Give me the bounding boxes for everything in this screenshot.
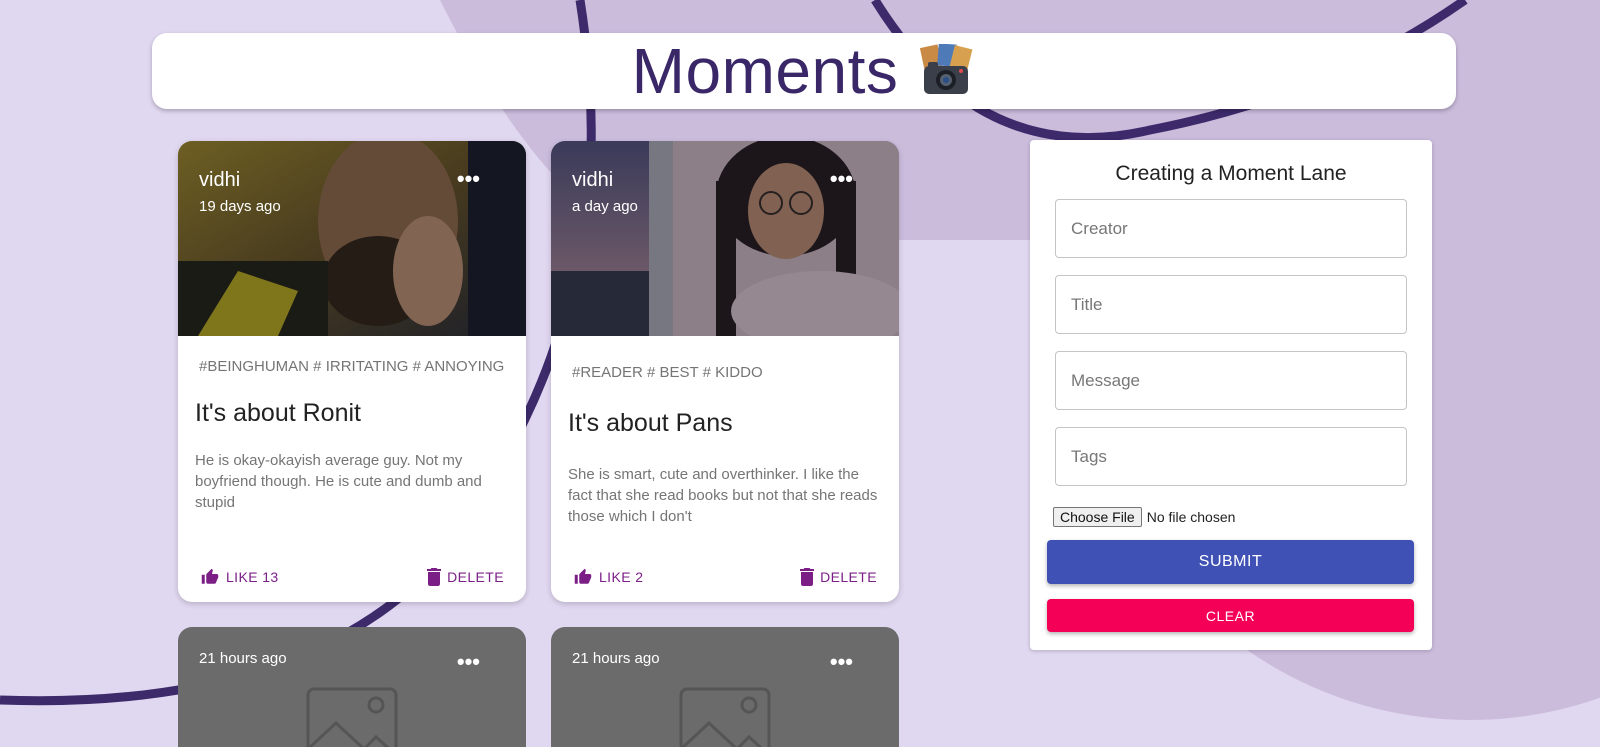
post-title: It's about Pans (568, 409, 733, 437)
clear-button[interactable]: CLEAR (1047, 599, 1414, 632)
post-time: 21 hours ago (199, 650, 287, 667)
post-title: It's about Ronit (195, 399, 361, 427)
post-card: 21 hours ago ••• (551, 627, 899, 747)
post-time: a day ago (572, 198, 638, 215)
post-time: 21 hours ago (572, 650, 660, 667)
choose-file-button[interactable]: Choose File (1053, 507, 1142, 527)
thumb-up-icon (574, 568, 592, 584)
more-options-icon[interactable]: ••• (457, 168, 480, 190)
post-creator: vidhi (199, 169, 241, 191)
app-header: Moments (152, 33, 1456, 109)
submit-button[interactable]: SUBMIT (1047, 540, 1414, 584)
image-placeholder-icon (679, 687, 771, 747)
thumb-up-icon (201, 568, 219, 584)
camera-photos-icon (916, 43, 976, 98)
tags-input[interactable] (1055, 427, 1407, 486)
post-image: vidhi 19 days ago ••• (178, 141, 526, 336)
post-time: 19 days ago (199, 198, 281, 215)
more-options-icon[interactable]: ••• (830, 651, 853, 673)
like-button[interactable]: LIKE 2 (573, 566, 643, 588)
create-moment-form: Creating a Moment Lane Choose File No fi… (1030, 140, 1432, 650)
file-status: No file chosen (1146, 509, 1236, 525)
post-tags: #BEINGHUMAN # IRRITATING # ANNOYING (199, 358, 505, 375)
like-button[interactable]: LIKE 13 (200, 566, 279, 588)
more-options-icon[interactable]: ••• (457, 651, 480, 673)
delete-label: DELETE (820, 569, 877, 585)
message-input[interactable] (1055, 351, 1407, 410)
post-image: vidhi a day ago ••• (551, 141, 899, 336)
like-label: LIKE 2 (599, 569, 644, 585)
delete-button[interactable]: DELETE (427, 566, 504, 588)
post-tags: #READER # BEST # KIDDO (572, 364, 763, 381)
post-creator: vidhi (572, 169, 614, 191)
trash-icon (427, 568, 442, 586)
like-label: LIKE 13 (226, 569, 279, 585)
form-heading: Creating a Moment Lane (1115, 162, 1347, 185)
trash-icon (800, 568, 815, 586)
more-options-icon[interactable]: ••• (830, 168, 853, 190)
title-input[interactable] (1055, 275, 1407, 334)
creator-input[interactable] (1055, 199, 1407, 258)
app-title: Moments (631, 35, 899, 107)
delete-button[interactable]: DELETE (800, 566, 877, 588)
image-placeholder-icon (306, 687, 398, 747)
delete-label: DELETE (447, 569, 504, 585)
post-message: She is smart, cute and overthinker. I li… (568, 466, 878, 525)
file-upload: Choose File No file chosen (1053, 507, 1235, 527)
post-card: vidhi 19 days ago ••• #BEINGHUMAN # IRRI… (178, 141, 526, 602)
post-card: vidhi a day ago ••• #READER # BEST # KID… (551, 141, 899, 602)
post-message: He is okay-okayish average guy. Not my b… (195, 452, 482, 511)
post-card: 21 hours ago ••• (178, 627, 526, 747)
